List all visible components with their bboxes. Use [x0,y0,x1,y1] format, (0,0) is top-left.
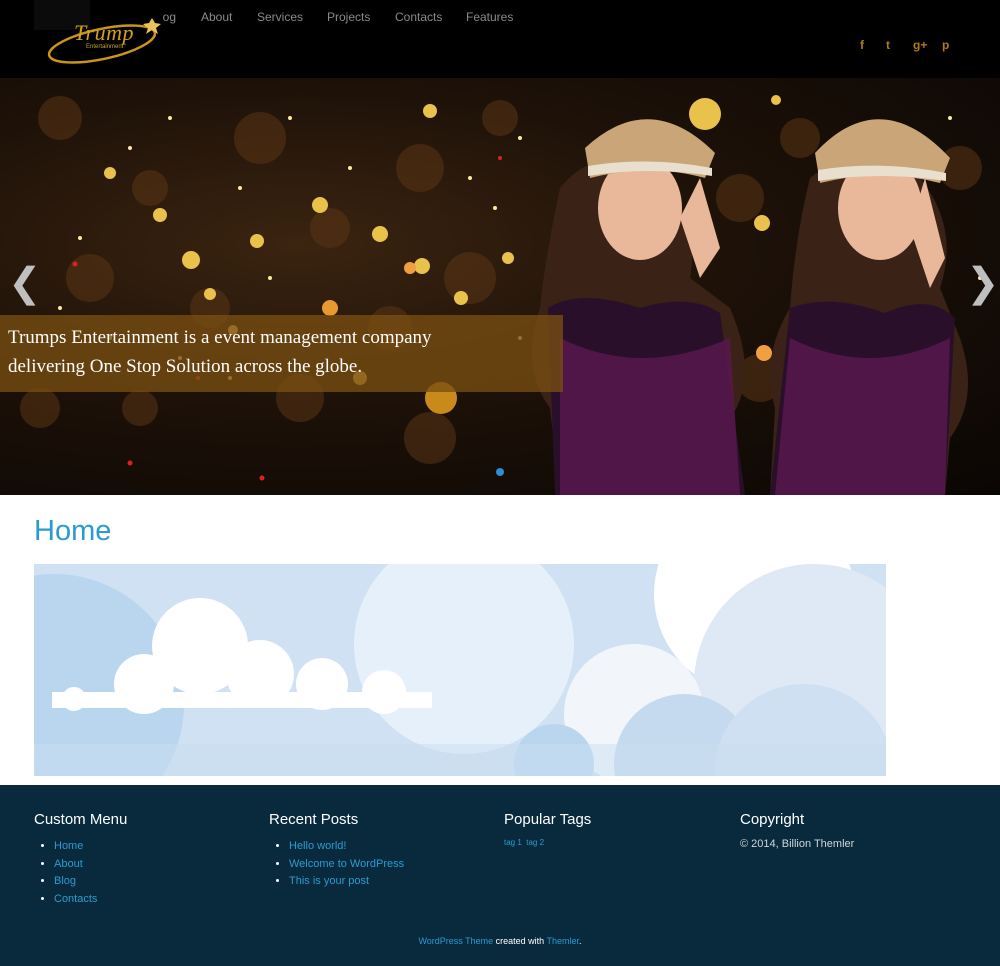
footer-link-contacts[interactable]: Contacts [54,893,97,905]
footer-link-home[interactable]: Home [54,840,83,852]
slider-pagination-dot[interactable] [496,468,504,476]
slider-next-button[interactable]: ❯ [966,260,1000,306]
list-item: About [54,856,127,874]
nav-contacts[interactable]: Contacts [395,10,442,24]
clouds-illustration [34,564,886,776]
post-link-hello-world[interactable]: Hello world! [289,840,346,852]
credit-end-text: . [579,936,582,946]
logo-text: Trump [74,20,134,45]
nav-features[interactable]: Features [466,10,513,24]
hero-slider: ❮ ❯ Trumps Entertainment is a event mana… [0,78,1000,495]
bokeh-background [20,95,982,495]
list-item: Blog [54,873,127,891]
list-item: Hello world! [289,838,404,856]
site-header: Trump Entertainment Blog About Services … [0,0,1000,78]
credit-middle-text: created with [493,936,547,946]
footer-popular-tags: Popular Tags tag 1 tag 2 [504,811,591,847]
facebook-icon[interactable]: f [860,38,864,52]
footer-link-about[interactable]: About [54,858,83,870]
nav-services[interactable]: Services [257,10,303,24]
post-link-welcome[interactable]: Welcome to WordPress [289,858,404,870]
footer-recent-posts: Recent Posts Hello world! Welcome to Wor… [269,811,404,891]
list-item: Welcome to WordPress [289,856,404,874]
list-item: Home [54,838,127,856]
footer-link-blog[interactable]: Blog [54,875,76,887]
tag-cloud[interactable]: tag 1 tag 2 [504,838,591,847]
page-title: Home [34,515,112,547]
footer-recent-posts-list: Hello world! Welcome to WordPress This i… [269,838,404,891]
footer-popular-tags-title: Popular Tags [504,811,592,828]
caption-line-2: delivering One Stop Solution across the … [8,356,363,377]
slider-caption: Trumps Entertainment is a event manageme… [0,315,563,392]
list-item: Contacts [54,891,127,909]
footer-custom-menu-title: Custom Menu [34,811,128,828]
footer-copyright: Copyright © 2014, Billion Themler [740,811,854,850]
copyright-text: © 2014, Billion Themler [740,838,855,850]
nav-projects[interactable]: Projects [327,10,370,24]
twitter-icon[interactable]: t [886,38,890,52]
models-image [532,119,968,495]
footer-custom-menu-list: Home About Blog Contacts [34,838,127,908]
footer-custom-menu: Custom Menu Home About Blog Contacts [34,811,127,908]
nav-about[interactable]: About [201,10,232,24]
caption-line-1: Trumps Entertainment is a event manageme… [8,327,432,348]
footer-recent-posts-title: Recent Posts [269,811,359,828]
google-plus-icon[interactable]: g+ [913,38,927,52]
list-item: This is your post [289,873,404,891]
themler-link[interactable]: Themler [547,936,580,946]
site-footer: Custom Menu Home About Blog Contacts Rec… [0,785,1000,966]
slider-prev-button[interactable]: ❮ [8,260,42,306]
footer-copyright-title: Copyright [740,811,805,828]
wordpress-theme-link[interactable]: WordPress Theme [418,936,493,946]
logo-subtext: Entertainment [86,44,124,50]
post-link-your-post[interactable]: This is your post [289,875,369,887]
social-links: f t g+ p [858,38,968,54]
footer-credit: WordPress Theme created with Themler. [0,936,1000,946]
slider-caption-text: Trumps Entertainment is a event manageme… [8,323,558,381]
site-logo[interactable]: Trump Entertainment [34,0,164,72]
featured-image [34,564,886,776]
pinterest-icon[interactable]: p [942,38,949,52]
